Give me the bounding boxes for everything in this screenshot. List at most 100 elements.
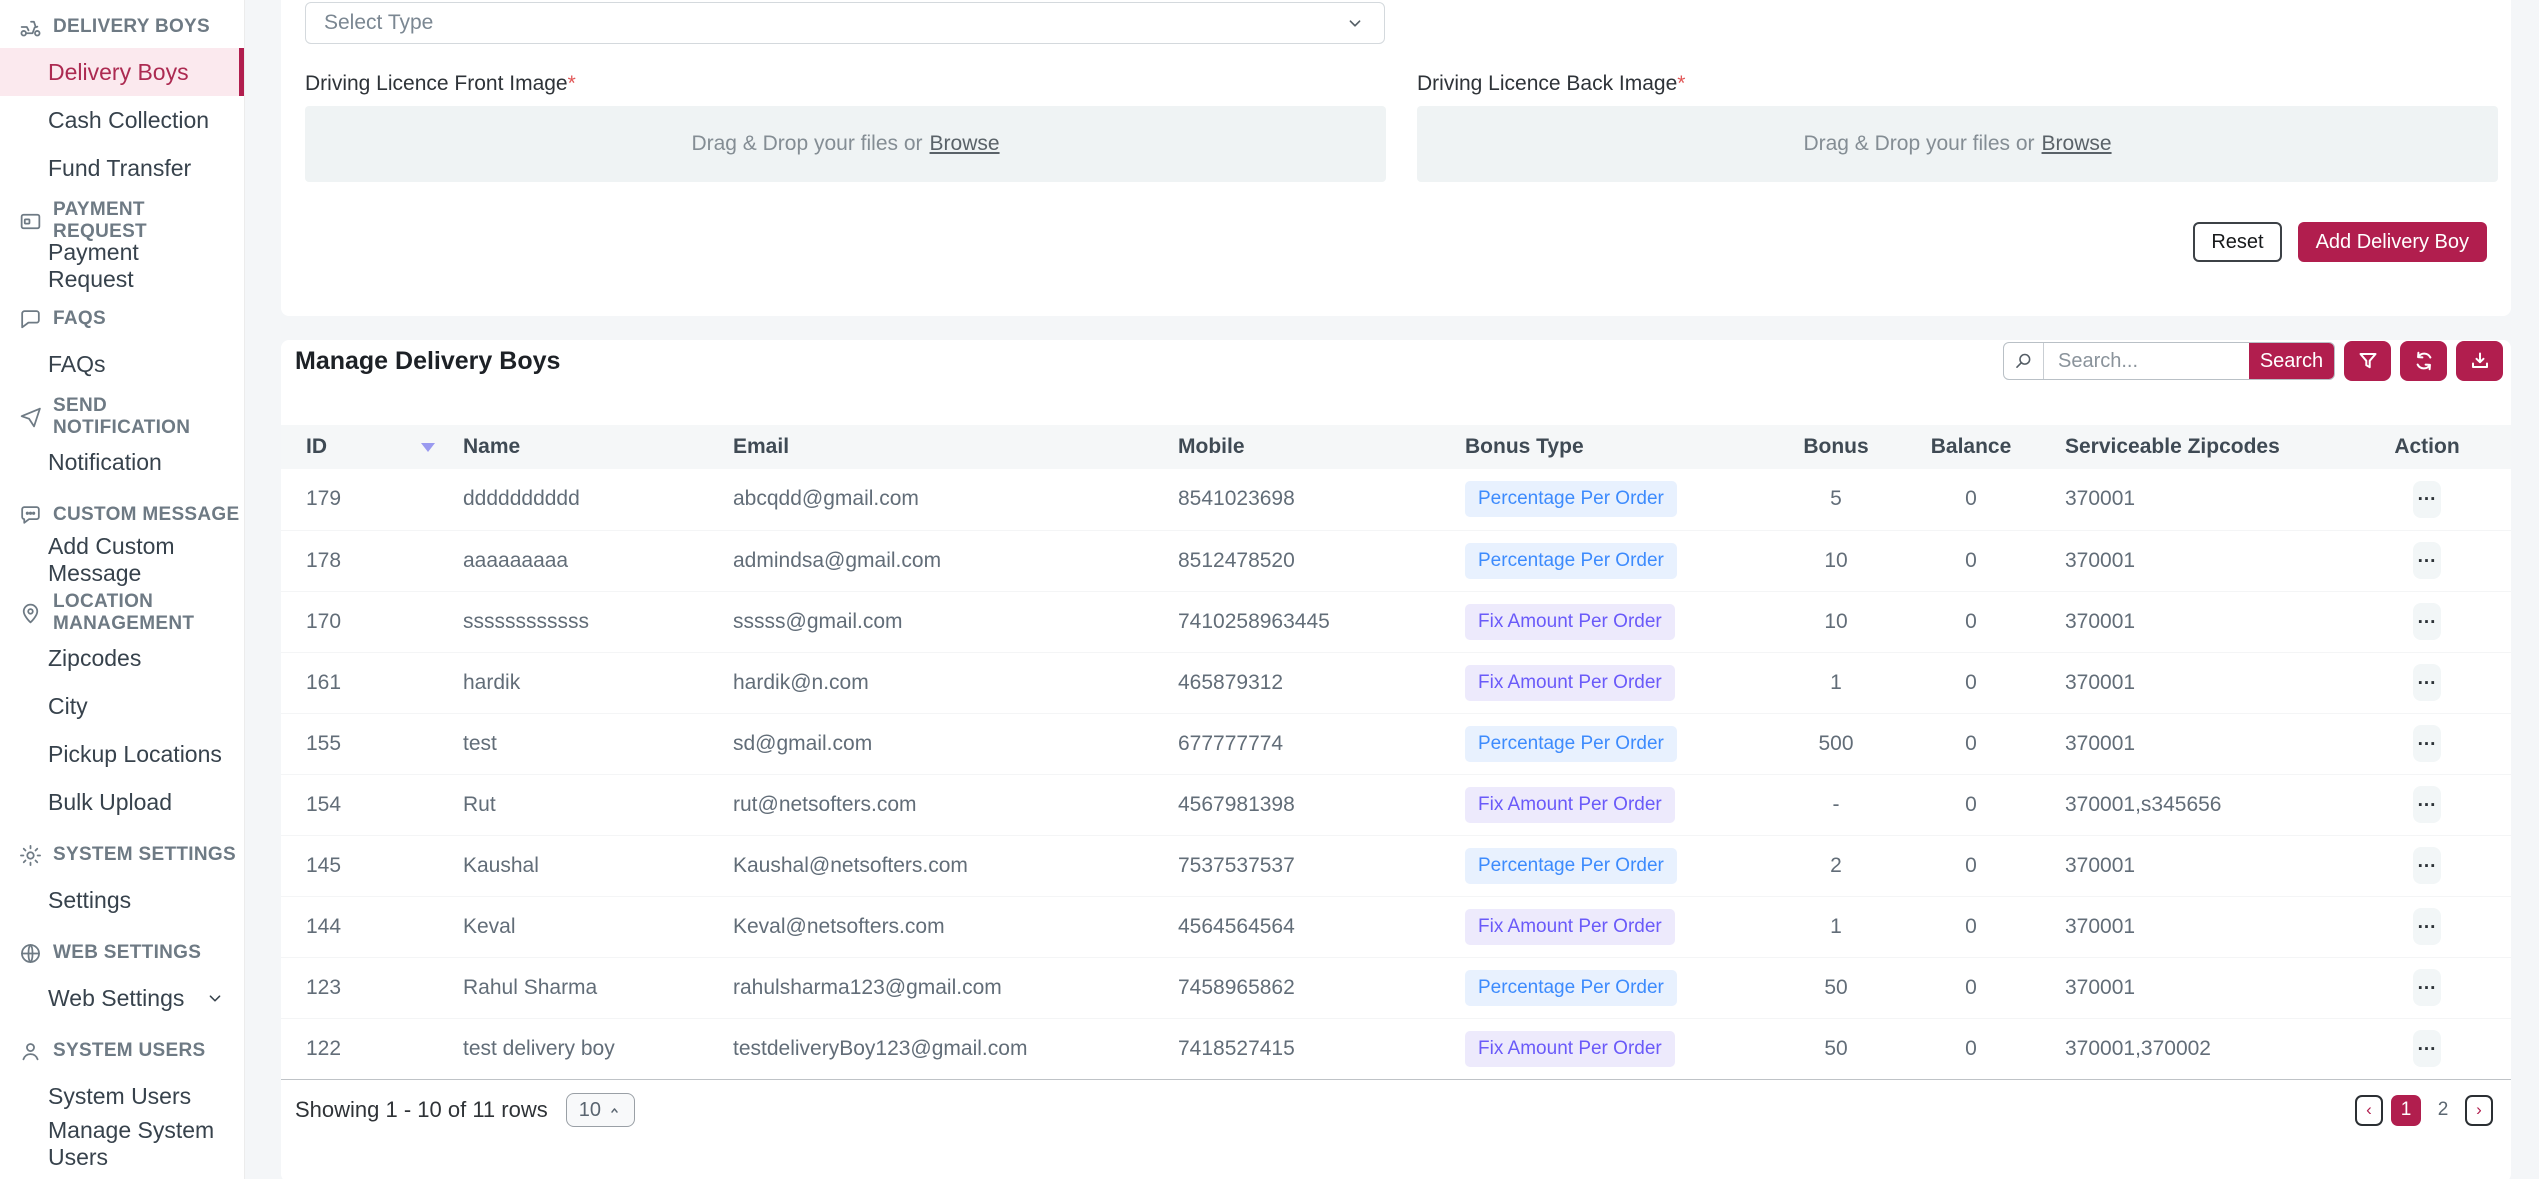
column-header-bonus-type[interactable]: Bonus Type xyxy=(1441,425,1771,469)
table-row: 155testsd@gmail.com677777774Percentage P… xyxy=(281,713,2511,774)
sidebar-item-web-settings[interactable]: Web Settings xyxy=(0,974,244,1022)
sidebar-section-label: PAYMENT REQUEST xyxy=(53,199,244,243)
sidebar-item-city[interactable]: City xyxy=(0,682,244,730)
cell-bonus-type: Percentage Per Order xyxy=(1441,713,1771,774)
table-row: 179ddddddddddabcqdd@gmail.com8541023698P… xyxy=(281,469,2511,530)
cell-zipcodes: 370001 xyxy=(2041,896,2343,957)
sidebar-item-label: Web Settings xyxy=(48,985,184,1012)
cell-action: ... xyxy=(2343,1018,2511,1079)
row-actions-button[interactable]: ... xyxy=(2413,847,2441,884)
cell-action: ... xyxy=(2343,774,2511,835)
sidebar-item-zipcodes[interactable]: Zipcodes xyxy=(0,634,244,682)
cell-email: hardik@n.com xyxy=(721,652,1166,713)
table-header-row: IDNameEmailMobileBonus TypeBonusBalanceS… xyxy=(281,425,2511,469)
cell-id: 155 xyxy=(281,713,451,774)
add-delivery-boy-form-card: Select Type Driving Licence Front Image*… xyxy=(281,0,2511,316)
sidebar-section-faqs: FAQS FAQs xyxy=(0,298,244,388)
sidebar-item-fund-transfer[interactable]: Fund Transfer xyxy=(0,144,244,192)
cell-mobile: 8512478520 xyxy=(1166,530,1441,591)
cell-zipcodes: 370001 xyxy=(2041,591,2343,652)
sidebar-section-system-settings: SYSTEM SETTINGSSettings xyxy=(0,834,244,924)
cell-balance: 0 xyxy=(1901,530,2041,591)
cell-mobile: 4564564564 xyxy=(1166,896,1441,957)
sidebar-item-bulk-upload[interactable]: Bulk Upload xyxy=(0,778,244,826)
column-header-balance[interactable]: Balance xyxy=(1901,425,2041,469)
column-header-name[interactable]: Name xyxy=(451,425,721,469)
pagination-prev[interactable]: ‹ xyxy=(2355,1095,2383,1126)
bonus-type-badge: Percentage Per Order xyxy=(1465,543,1677,579)
column-header-email[interactable]: Email xyxy=(721,425,1166,469)
cell-email: Kaushal@netsofters.com xyxy=(721,835,1166,896)
cell-name: Rut xyxy=(451,774,721,835)
cell-email: Keval@netsofters.com xyxy=(721,896,1166,957)
sidebar-item-system-users[interactable]: System Users xyxy=(0,1072,244,1120)
row-actions-button[interactable]: ... xyxy=(2413,542,2441,579)
cell-mobile: 8541023698 xyxy=(1166,469,1441,530)
cell-bonus: 500 xyxy=(1771,713,1901,774)
sidebar-section-label: DELIVERY BOYS xyxy=(53,16,210,38)
row-actions-button[interactable]: ... xyxy=(2413,786,2441,823)
select-type-dropdown[interactable]: Select Type xyxy=(305,2,1385,44)
row-actions-button[interactable]: ... xyxy=(2413,1030,2441,1067)
pagination: ‹ 12 › xyxy=(2355,1095,2493,1126)
table-body: 179ddddddddddabcqdd@gmail.com8541023698P… xyxy=(281,469,2511,1079)
sidebar-section-label: FAQS xyxy=(53,308,106,330)
sidebar-item-manage-system-users[interactable]: Manage System Users xyxy=(0,1120,244,1168)
cell-bonus-type: Percentage Per Order xyxy=(1441,469,1771,530)
column-header-action[interactable]: Action xyxy=(2343,425,2511,469)
page-size-dropdown[interactable]: 10 xyxy=(566,1093,635,1127)
cell-name: ssssssssssss xyxy=(451,591,721,652)
row-actions-button[interactable]: ... xyxy=(2413,664,2441,701)
message-dots-icon xyxy=(18,503,43,528)
search-button[interactable]: Search xyxy=(2249,343,2334,379)
row-actions-button[interactable]: ... xyxy=(2413,969,2441,1006)
sidebar-item-settings[interactable]: Settings xyxy=(0,876,244,924)
cell-zipcodes: 370001 xyxy=(2041,469,2343,530)
cell-action: ... xyxy=(2343,469,2511,530)
column-header-id[interactable]: ID xyxy=(281,425,451,469)
column-header-serviceable-zipcodes[interactable]: Serviceable Zipcodes xyxy=(2041,425,2343,469)
export-button[interactable] xyxy=(2456,341,2503,381)
sidebar-section-label: WEB SETTINGS xyxy=(53,942,201,964)
cell-bonus: 10 xyxy=(1771,591,1901,652)
add-delivery-boy-button[interactable]: Add Delivery Boy xyxy=(2298,222,2487,262)
back-image-dropzone[interactable]: Drag & Drop your files or Browse xyxy=(1417,106,2498,182)
row-actions-button[interactable]: ... xyxy=(2413,481,2441,518)
table-row: 178aaaaaaaaaadmindsa@gmail.com8512478520… xyxy=(281,530,2511,591)
pagination-page-1[interactable]: 1 xyxy=(2391,1095,2421,1126)
reset-button[interactable]: Reset xyxy=(2193,222,2281,262)
column-header-mobile[interactable]: Mobile xyxy=(1166,425,1441,469)
sidebar-item-payment-request[interactable]: Payment Request xyxy=(0,242,244,290)
cell-id: 144 xyxy=(281,896,451,957)
sidebar-item-cash-collection[interactable]: Cash Collection xyxy=(0,96,244,144)
browse-link[interactable]: Browse xyxy=(2042,132,2112,156)
sidebar: DELIVERY BOYS Delivery BoysCash Collectio… xyxy=(0,0,245,1179)
sidebar-item-faqs[interactable]: FAQs xyxy=(0,340,244,388)
row-actions-button[interactable]: ... xyxy=(2413,908,2441,945)
sidebar-item-add-custom-message[interactable]: Add Custom Message xyxy=(0,536,244,584)
refresh-button[interactable] xyxy=(2400,341,2447,381)
sidebar-item-pickup-locations[interactable]: Pickup Locations xyxy=(0,730,244,778)
cell-bonus-type: Fix Amount Per Order xyxy=(1441,774,1771,835)
sidebar-item-notification[interactable]: Notification xyxy=(0,438,244,486)
pagination-next[interactable]: › xyxy=(2465,1095,2493,1126)
cell-bonus-type: Fix Amount Per Order xyxy=(1441,652,1771,713)
sidebar-section-system-users: SYSTEM USERSSystem UsersManage System Us… xyxy=(0,1030,244,1168)
table-row: 145KaushalKaushal@netsofters.com75375375… xyxy=(281,835,2511,896)
scooter-icon xyxy=(18,15,43,40)
sort-caret-icon[interactable] xyxy=(421,443,435,452)
sidebar-item-delivery-boys[interactable]: Delivery Boys xyxy=(0,48,244,96)
filter-button[interactable] xyxy=(2344,341,2391,381)
search-input[interactable] xyxy=(2044,343,2249,379)
column-header-bonus[interactable]: Bonus xyxy=(1771,425,1901,469)
card-title: Manage Delivery Boys xyxy=(295,347,560,376)
row-actions-button[interactable]: ... xyxy=(2413,725,2441,762)
pagination-page-2[interactable]: 2 xyxy=(2429,1095,2457,1126)
browse-link[interactable]: Browse xyxy=(930,132,1000,156)
sidebar-item-label: FAQs xyxy=(48,351,106,378)
row-actions-button[interactable]: ... xyxy=(2413,603,2441,640)
front-image-dropzone[interactable]: Drag & Drop your files or Browse xyxy=(305,106,1386,182)
back-image-label: Driving Licence Back Image* xyxy=(1417,72,2498,96)
front-image-label-text: Driving Licence Front Image xyxy=(305,72,568,95)
licence-front-column: Driving Licence Front Image* Drag & Drop… xyxy=(305,72,1386,182)
